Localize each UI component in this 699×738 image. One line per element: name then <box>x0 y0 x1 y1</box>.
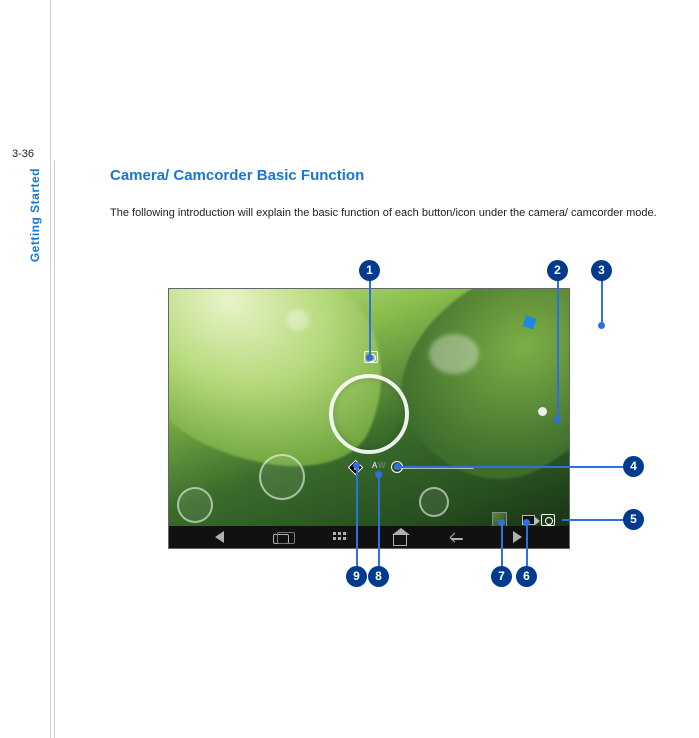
callout-leader-line <box>397 466 625 468</box>
callout-dot <box>554 416 561 423</box>
content-area: Camera/ Camcorder Basic Function The fol… <box>110 167 699 225</box>
callout-leader-line <box>557 280 559 420</box>
divider-line <box>54 160 55 738</box>
callout-badge-8: 8 <box>368 566 389 587</box>
recent-apps-icon <box>273 534 289 544</box>
callout-badge-5: 5 <box>623 509 644 530</box>
callout-leader-line <box>356 465 358 568</box>
home-icon <box>393 534 407 546</box>
callout-badge-7: 7 <box>491 566 512 587</box>
callout-badge-1: 1 <box>359 260 380 281</box>
bokeh-circle <box>259 454 305 500</box>
callout-leader-line <box>601 280 603 326</box>
callout-dot <box>366 354 373 361</box>
callout-badge-4: 4 <box>623 456 644 477</box>
callout-badge-6: 6 <box>516 566 537 587</box>
callout-leader-line <box>562 519 625 521</box>
callout-leader-line <box>526 522 528 568</box>
callout-leader-line <box>378 474 380 568</box>
bokeh-circle <box>419 487 449 517</box>
callout-badge-2: 2 <box>547 260 568 281</box>
callout-dot <box>394 463 401 470</box>
volume-down-icon <box>213 530 229 544</box>
callout-badge-9: 9 <box>346 566 367 587</box>
apps-grid-icon <box>333 532 349 546</box>
shutter-button-icon <box>538 407 547 416</box>
camera-mode-icon <box>541 514 555 526</box>
document-page: 3-36 Getting Started Camera/ Camcorder B… <box>0 0 699 738</box>
figure-area: 1 2 3 4 5 6 7 8 9 <box>168 270 570 566</box>
back-icon <box>451 534 465 544</box>
background-decor <box>287 309 309 331</box>
intro-paragraph: The following introduction will explain … <box>110 202 699 225</box>
sidebar-section-label: Getting Started <box>28 168 42 262</box>
section-heading: Camera/ Camcorder Basic Function <box>110 167 699 184</box>
callout-badge-3: 3 <box>591 260 612 281</box>
android-nav-bar <box>169 526 569 548</box>
callout-dot <box>375 471 382 478</box>
callout-dot <box>353 462 360 469</box>
callout-leader-line <box>369 280 371 356</box>
focus-ring-icon <box>329 374 409 454</box>
volume-up-icon <box>509 530 525 544</box>
divider-line <box>50 0 51 738</box>
callout-leader-line <box>501 522 503 568</box>
background-decor <box>429 334 479 374</box>
callout-dot <box>498 519 505 526</box>
bokeh-circle <box>177 487 213 523</box>
callout-dot <box>598 322 605 329</box>
callout-dot <box>523 519 530 526</box>
page-number: 3-36 <box>12 148 34 160</box>
